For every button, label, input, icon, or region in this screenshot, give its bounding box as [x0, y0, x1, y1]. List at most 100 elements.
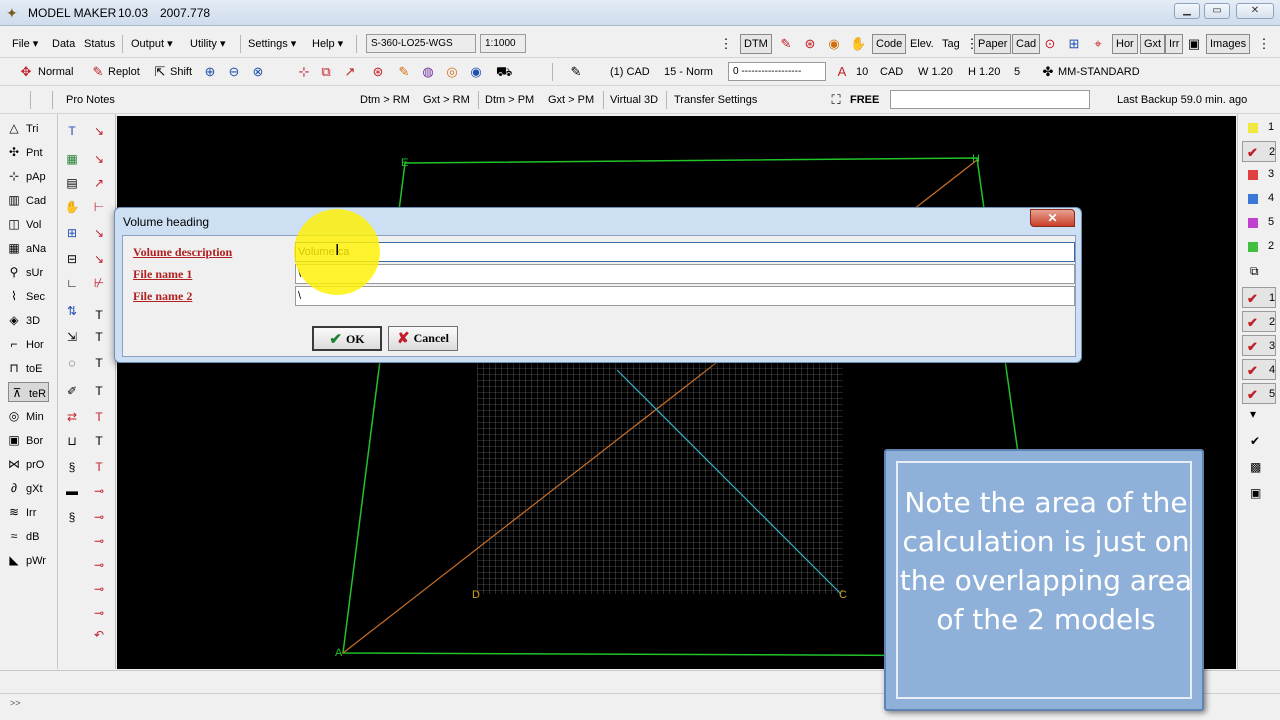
tag-button[interactable]: Tag: [942, 36, 960, 52]
tool-chart-icon[interactable]: ⊞: [63, 224, 81, 242]
tool-tri[interactable]: △ Tri: [6, 118, 38, 138]
edit-check-icon[interactable]: ✔: [1250, 434, 1260, 448]
tool-min[interactable]: ◎ Min: [6, 406, 44, 426]
pencil-tool-icon[interactable]: ✎: [396, 64, 412, 80]
tool-sec[interactable]: ⌇ Sec: [6, 286, 45, 306]
tool-ana[interactable]: ▦ aNa: [6, 238, 46, 258]
tool-t7-icon[interactable]: T: [90, 432, 108, 450]
transfer-settings-button[interactable]: Transfer Settings: [674, 92, 757, 108]
close-icon[interactable]: ✕: [1236, 3, 1274, 19]
ok-button[interactable]: ✔ OK: [312, 326, 382, 351]
target-icon[interactable]: ⊙: [1042, 36, 1058, 52]
tool-line2-icon[interactable]: ↗: [90, 174, 108, 192]
tool-line3-icon[interactable]: ↘: [90, 224, 108, 242]
tool-node6-icon[interactable]: ⊸: [90, 604, 108, 622]
menu-file[interactable]: File ▾: [12, 36, 38, 52]
tool-bar-icon[interactable]: ▬: [63, 482, 81, 500]
zoom-extents-icon[interactable]: ⊗: [250, 64, 266, 80]
tool-irr[interactable]: ≋ Irr: [6, 502, 36, 522]
pin-icon[interactable]: ⋮: [718, 36, 734, 52]
texture-icon[interactable]: ▩: [1250, 460, 1261, 474]
code-button[interactable]: Code: [872, 34, 907, 54]
replot-icon[interactable]: ✎: [90, 64, 106, 80]
tool-t2-icon[interactable]: T: [90, 306, 108, 324]
tool-db[interactable]: ≈ dB: [6, 526, 40, 546]
layer-toggle-2[interactable]: ✔ 2: [1242, 141, 1276, 162]
tool-node5-icon[interactable]: ⊸: [90, 580, 108, 598]
layer-toggle-3[interactable]: 3: [1242, 164, 1276, 185]
volume-description-input[interactable]: [295, 242, 1075, 262]
tool-hl-icon[interactable]: ⊬: [90, 274, 108, 292]
tool-vol[interactable]: ◫ Vol: [6, 214, 41, 234]
tool-s-icon[interactable]: §: [63, 458, 81, 476]
cancel-button[interactable]: ✘ Cancel: [388, 326, 458, 351]
paper-button[interactable]: Paper: [974, 34, 1012, 54]
pro-notes-button[interactable]: Pro Notes: [66, 92, 115, 108]
camera-icon[interactable]: ▣: [1186, 36, 1202, 52]
menu-utility[interactable]: Utility ▾: [190, 36, 225, 52]
menu-help[interactable]: Help ▾: [312, 36, 343, 52]
close-icon[interactable]: ✕: [1030, 209, 1075, 227]
menu-status[interactable]: Status: [84, 36, 115, 52]
tool-s2-icon[interactable]: §: [63, 508, 81, 526]
width-field[interactable]: W 1.20: [918, 64, 953, 80]
tool-move-icon[interactable]: ⇅: [63, 302, 81, 320]
tool-cad[interactable]: ▥ Cad: [6, 190, 46, 210]
dtm-edit-icon[interactable]: ⊛: [802, 36, 818, 52]
tool-hand-icon[interactable]: ✋: [63, 198, 81, 216]
tool-erase-icon[interactable]: ⇄: [63, 408, 81, 426]
text-size-icon[interactable]: A: [834, 64, 850, 80]
tool-sur[interactable]: ⚲ sUr: [6, 262, 44, 282]
circle-tool-icon[interactable]: ◍: [420, 64, 436, 80]
normal-button[interactable]: Normal: [38, 64, 73, 80]
layer-toggle-5[interactable]: ✔ 5: [1242, 383, 1276, 404]
layer-select[interactable]: (1) CAD: [610, 64, 650, 80]
ring-icon[interactable]: ◉: [468, 64, 484, 80]
truck-icon[interactable]: ⛟: [496, 64, 512, 80]
tool-t3-icon[interactable]: T: [90, 328, 108, 346]
grid-icon[interactable]: ⊞: [1066, 36, 1082, 52]
hor-button[interactable]: Hor: [1112, 34, 1138, 54]
tool-grid-icon[interactable]: ⊟: [63, 250, 81, 268]
tool-circ-icon[interactable]: ◌: [63, 354, 81, 372]
font-style-select[interactable]: MM-STANDARD: [1058, 64, 1140, 80]
replot-button[interactable]: Replot: [108, 64, 140, 80]
layer-toggle-5[interactable]: 5: [1242, 212, 1276, 233]
tool-node3-icon[interactable]: ⊸: [90, 532, 108, 550]
text-size-field[interactable]: 10: [856, 64, 868, 80]
project-code-field[interactable]: S-360-LO25-WGS: [366, 34, 476, 53]
menu-output[interactable]: Output ▾: [131, 36, 173, 52]
tool-node-icon[interactable]: ⊸: [90, 482, 108, 500]
tool-h-icon[interactable]: ⊢: [90, 198, 108, 216]
tool-pnt[interactable]: ✣ Pnt: [6, 142, 43, 162]
zoom-in-icon[interactable]: ⊕: [202, 64, 218, 80]
gxt-icon[interactable]: ⌖: [1090, 36, 1106, 52]
images-button[interactable]: Images: [1206, 34, 1251, 54]
num-field[interactable]: 5: [1014, 64, 1020, 80]
drum-icon[interactable]: ◎: [444, 64, 460, 80]
tool-slash-icon[interactable]: ↘: [90, 122, 108, 140]
dtm-rm-button[interactable]: Dtm > RM: [360, 92, 410, 108]
irr-button[interactable]: Irr: [1165, 34, 1184, 54]
tool-t8-icon[interactable]: T: [90, 458, 108, 476]
tool-pwr[interactable]: ◣ pWr: [6, 550, 46, 570]
tool-line-icon[interactable]: ↘: [90, 150, 108, 168]
file-name-1-input[interactable]: [295, 264, 1075, 284]
dtm-pm-button[interactable]: Dtm > PM: [485, 92, 534, 108]
menu-data[interactable]: Data: [52, 36, 75, 52]
tool-gxt[interactable]: ∂ gXt: [6, 478, 42, 498]
layer-toggle-4[interactable]: 4: [1242, 188, 1276, 209]
minimize-icon[interactable]: ▁: [1174, 3, 1200, 19]
dtm-button[interactable]: DTM: [740, 34, 772, 54]
tool-pen-icon[interactable]: ✐: [63, 382, 81, 400]
tool-3d[interactable]: ◈ 3D: [6, 310, 40, 330]
tool-hor[interactable]: ⌐ Hor: [6, 334, 43, 354]
command-combo[interactable]: [890, 90, 1090, 109]
line-color-icon[interactable]: ✎: [568, 64, 584, 80]
elev-button[interactable]: Elev.: [910, 36, 934, 52]
select-icon[interactable]: ⧉: [318, 64, 334, 80]
cad-button[interactable]: Cad: [1012, 34, 1041, 54]
layer-toggle-1[interactable]: 1: [1242, 117, 1276, 138]
tool-toe[interactable]: ⊓ toE: [6, 358, 42, 378]
tool-ter[interactable]: ⊼ teR: [8, 382, 50, 402]
